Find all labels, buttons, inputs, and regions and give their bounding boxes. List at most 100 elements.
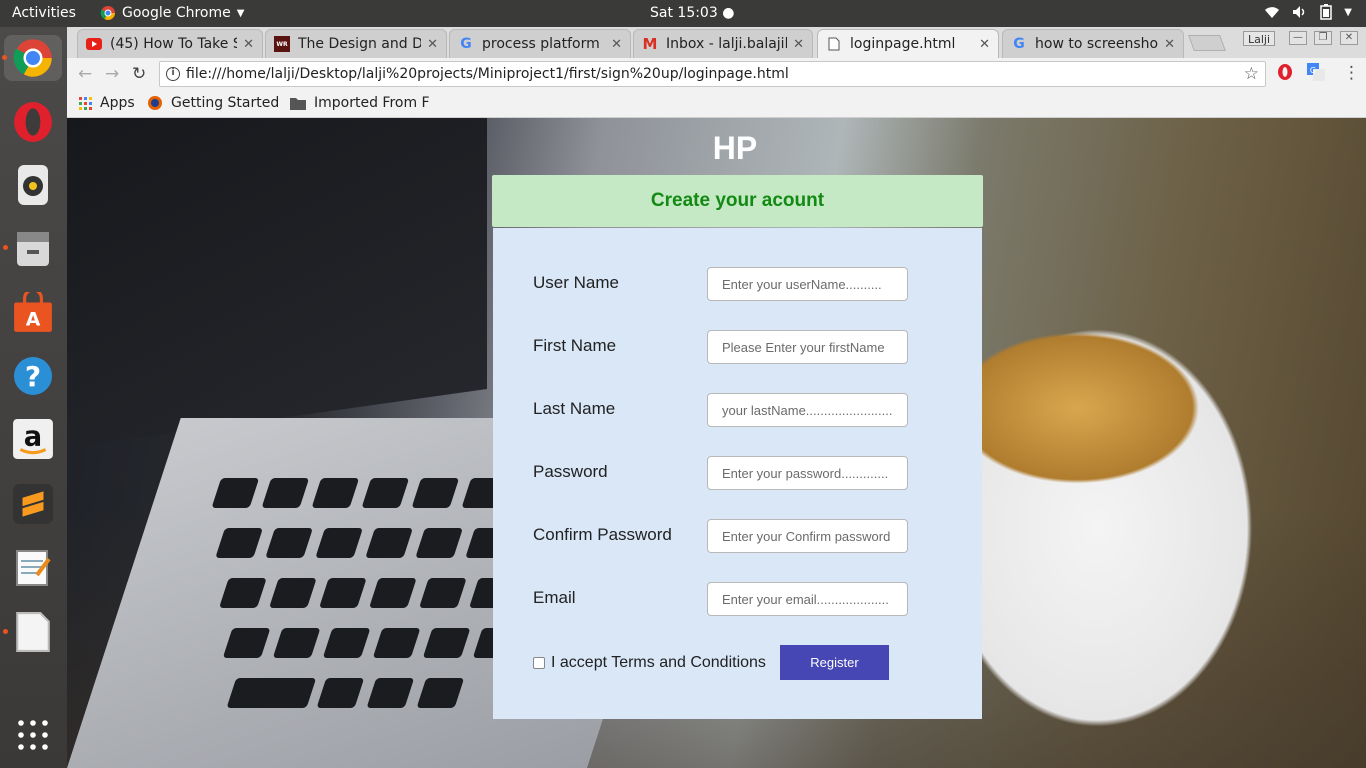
ebook-icon: WR	[274, 36, 290, 52]
username-label: User Name	[533, 273, 619, 292]
password-row: Password	[533, 456, 913, 490]
password-label: Password	[533, 462, 608, 481]
file-icon	[826, 36, 842, 52]
system-tray[interactable]: ▼	[1264, 4, 1352, 20]
new-tab-button[interactable]	[1188, 35, 1226, 51]
google-icon: G	[1013, 36, 1025, 52]
minimize-button[interactable]: —	[1289, 31, 1307, 45]
svg-text:A: A	[26, 309, 41, 331]
bookmark-imported[interactable]: Imported From F	[290, 95, 430, 111]
volume-icon	[1293, 6, 1305, 18]
shopping-bag-icon: A	[14, 292, 52, 332]
tab-title: Inbox - lalji.balajib	[666, 36, 788, 52]
folder-icon	[290, 97, 306, 110]
opera-icon	[14, 102, 52, 142]
password-input[interactable]	[707, 456, 908, 490]
sublime-text-icon	[13, 484, 53, 524]
terms-checkbox[interactable]	[533, 657, 545, 669]
tab-title: (45) How To Take S	[110, 36, 238, 52]
tab-google-screenshot[interactable]: G how to screensho ✕	[1002, 29, 1184, 58]
register-button[interactable]: Register	[780, 645, 889, 680]
svg-text:?: ?	[25, 360, 41, 393]
launcher-files[interactable]	[3, 225, 56, 271]
tab-title: how to screensho	[1035, 36, 1159, 52]
show-applications-button[interactable]	[10, 712, 56, 758]
profile-button[interactable]: Lalji	[1243, 31, 1276, 46]
close-icon[interactable]: ✕	[979, 37, 990, 52]
lastname-label: Last Name	[533, 399, 616, 418]
brand-title: HP	[712, 130, 758, 166]
bookmarks-bar: Apps Getting Started Imported From F	[67, 90, 1366, 118]
clock[interactable]: Sat 15:03 ●	[650, 5, 734, 21]
close-window-button[interactable]: ✕	[1340, 31, 1358, 45]
bookmark-star-icon[interactable]: ☆	[1244, 62, 1259, 86]
bookmark-getting-started[interactable]: Getting Started	[147, 95, 279, 111]
menu-icon[interactable]: ⋮	[1343, 63, 1360, 83]
launcher-chrome[interactable]	[2, 35, 62, 81]
firstname-row: First Name	[533, 330, 913, 364]
email-label: Email	[533, 588, 576, 607]
back-button[interactable]: ←	[78, 64, 92, 84]
chevron-down-icon: ▼	[236, 7, 245, 19]
tab-youtube[interactable]: (45) How To Take S ✕	[77, 29, 263, 58]
lastname-input[interactable]	[707, 393, 908, 427]
notepad-icon	[16, 550, 51, 586]
launcher-text-editor[interactable]	[10, 544, 56, 590]
chevron-down-icon: ▼	[1344, 6, 1352, 18]
notification-dot-icon: ●	[722, 5, 735, 21]
forward-button[interactable]: →	[105, 64, 119, 84]
chrome-icon	[100, 6, 115, 20]
tab-title: process platform	[482, 36, 600, 52]
launcher-document[interactable]	[3, 609, 56, 655]
battery-icon	[1320, 4, 1333, 20]
maximize-button[interactable]: ❐	[1314, 31, 1332, 45]
firstname-input[interactable]	[707, 330, 908, 364]
wifi-icon	[1265, 7, 1280, 18]
bookmark-label: Imported From F	[314, 95, 430, 111]
confirm-password-input[interactable]	[707, 519, 908, 553]
translate-extension-icon[interactable]: G	[1307, 63, 1325, 85]
svg-text:a: a	[24, 421, 42, 452]
activities-button[interactable]: Activities	[12, 5, 76, 21]
launcher-help[interactable]: ?	[10, 353, 56, 399]
opera-extension-icon[interactable]	[1277, 63, 1293, 85]
email-row: Email	[533, 582, 913, 616]
close-icon[interactable]: ✕	[243, 37, 254, 52]
address-bar[interactable]: i file:///home/lalji/Desktop/lalji%20pro…	[159, 61, 1266, 87]
address-bar-url: file:///home/lalji/Desktop/lalji%20proje…	[186, 66, 789, 82]
app-menu[interactable]: Google Chrome ▼	[100, 5, 244, 21]
tab-design-book[interactable]: WR The Design and D ✕	[265, 29, 447, 58]
launcher-rhythmbox[interactable]	[10, 162, 56, 208]
browser-window-frame: (45) How To Take S ✕ WR The Design and D ✕…	[67, 27, 1366, 118]
help-icon: ?	[14, 357, 52, 395]
close-icon[interactable]: ✕	[611, 37, 622, 52]
bookmark-label: Apps	[100, 95, 135, 111]
launcher-opera[interactable]	[10, 99, 56, 145]
browser-toolbar: ← → ↻ i file:///home/lalji/Desktop/lalji…	[67, 58, 1366, 90]
username-input[interactable]	[707, 267, 908, 301]
reload-button[interactable]: ↻	[132, 64, 146, 84]
tab-gmail[interactable]: M Inbox - lalji.balajib ✕	[633, 29, 813, 58]
confirm-password-row: Confirm Password	[533, 519, 913, 553]
close-icon[interactable]: ✕	[427, 37, 438, 52]
blank-document-icon	[16, 612, 50, 652]
firefox-icon	[148, 96, 162, 110]
bookmark-apps[interactable]: Apps	[79, 95, 135, 111]
running-indicator	[3, 629, 8, 634]
launcher-software-center[interactable]: A	[10, 290, 56, 336]
launcher-dock: A ? a	[0, 27, 67, 768]
tab-title: The Design and D	[298, 36, 422, 52]
close-icon[interactable]: ✕	[1164, 37, 1175, 52]
form-title: Create your acount	[492, 175, 983, 227]
terms-row: I accept Terms and Conditions	[533, 654, 766, 672]
bookmark-label: Getting Started	[171, 95, 280, 111]
email-input[interactable]	[707, 582, 908, 616]
svg-text:G: G	[1310, 66, 1316, 75]
tab-loginpage[interactable]: loginpage.html ✕	[817, 29, 999, 58]
speaker-icon	[18, 165, 48, 205]
launcher-amazon[interactable]: a	[10, 416, 56, 462]
close-icon[interactable]: ✕	[793, 37, 804, 52]
launcher-sublime-text[interactable]	[10, 481, 56, 527]
tab-google-process[interactable]: G process platform ✕	[449, 29, 631, 58]
chrome-icon	[13, 39, 52, 77]
